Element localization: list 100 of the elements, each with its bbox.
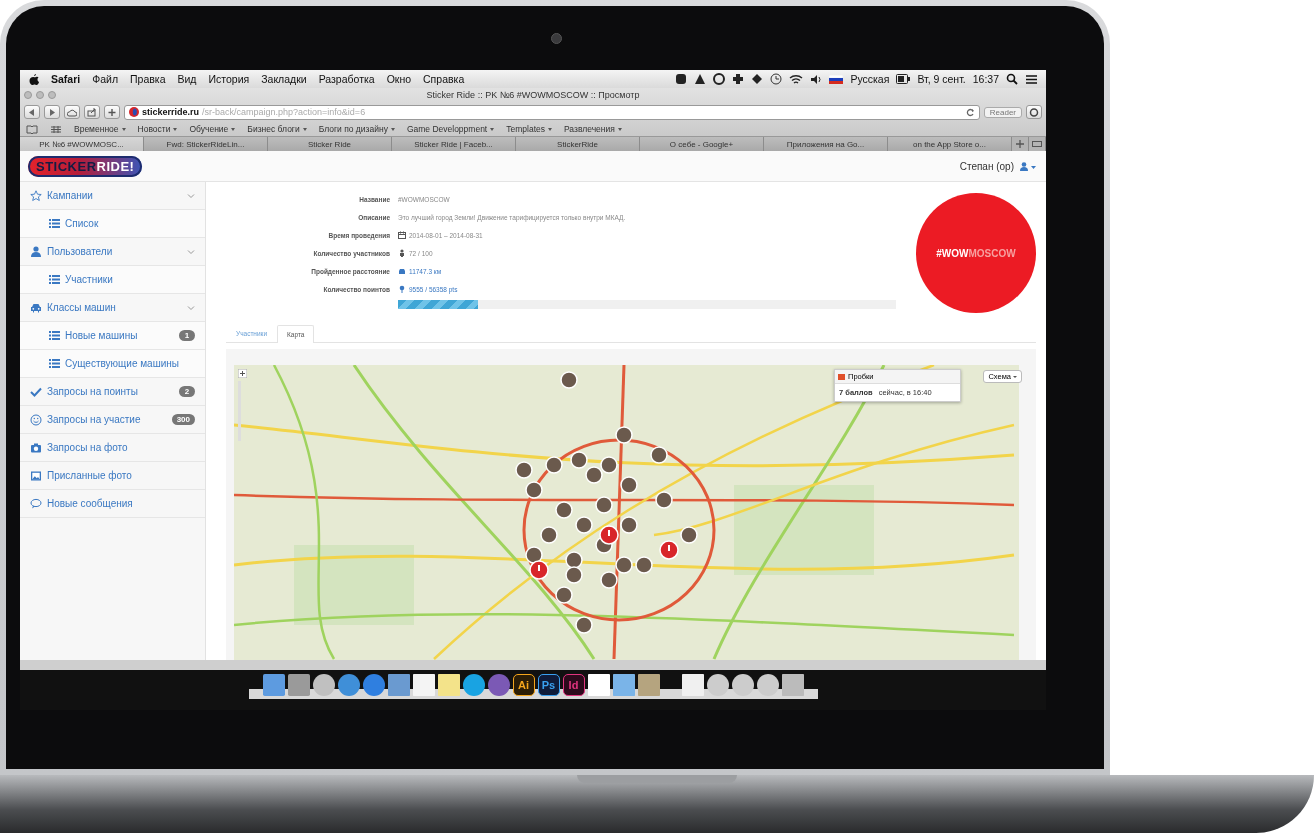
browser-tab[interactable]: Fwd: StickerRideLin... — [144, 137, 268, 151]
sidebar-item[interactable]: Запросы на поинты 2 — [20, 378, 205, 406]
russian-flag-icon[interactable] — [829, 74, 844, 84]
browser-tab[interactable]: on the App Store o... — [888, 137, 1012, 151]
clock-icon[interactable] — [770, 73, 783, 85]
dock-app-icon[interactable] — [262, 674, 285, 696]
menu-date[interactable]: Вт, 9 сент. — [917, 73, 966, 85]
back-icon — [27, 107, 37, 117]
menu-item[interactable]: Разработка — [318, 73, 375, 85]
grid-icon[interactable] — [50, 124, 62, 134]
menu-clock[interactable]: 16:37 — [972, 73, 999, 85]
browser-tab[interactable]: О себе - Google+ — [640, 137, 764, 151]
bookmark-folder[interactable]: Бизнес блоги — [247, 124, 307, 134]
sidebar-item[interactable]: Присланные фото — [20, 462, 205, 490]
dock-app-icon[interactable] — [437, 674, 460, 696]
bookmark-folder[interactable]: Новости — [137, 124, 178, 134]
app-status-icon[interactable] — [675, 73, 688, 85]
dock-app-icon[interactable] — [462, 674, 485, 696]
forward-button[interactable] — [44, 105, 60, 119]
ring-icon[interactable] — [713, 73, 726, 85]
back-button[interactable] — [24, 105, 40, 119]
bookmark-folder[interactable]: Блоги по дизайну — [318, 124, 395, 134]
list-icon — [49, 359, 60, 368]
dock-app-icon[interactable] — [706, 674, 729, 696]
sidebar-subitem[interactable]: Список — [20, 210, 205, 238]
menu-item[interactable]: Справка — [423, 73, 465, 85]
search-icon[interactable] — [1006, 73, 1018, 85]
bookmark-folder[interactable]: Обучение — [189, 124, 236, 134]
dock-app-icon[interactable] — [756, 674, 779, 696]
count-badge: 1 — [179, 330, 195, 341]
browser-tab[interactable]: Sticker Ride — [268, 137, 392, 151]
dock-app-icon[interactable] — [487, 674, 510, 696]
plus-icon[interactable] — [1016, 140, 1024, 148]
bookmark-folder[interactable]: Развлечения — [564, 124, 622, 134]
dock-app-icon[interactable] — [412, 674, 435, 696]
input-source-label[interactable]: Русская — [850, 73, 890, 85]
user-menu-icon[interactable] — [1020, 161, 1036, 171]
browser-tab[interactable]: Sticker Ride | Faceb... — [392, 137, 516, 151]
caret-icon — [617, 127, 622, 131]
zoom-in-icon[interactable] — [238, 369, 247, 378]
star-icon — [30, 189, 42, 202]
dock-app-icon[interactable] — [681, 674, 704, 696]
wifi-icon[interactable] — [789, 73, 804, 85]
diamond-icon[interactable] — [751, 73, 764, 85]
dock-app-icon[interactable]: Ps — [537, 674, 560, 696]
person-icon — [398, 249, 406, 257]
browser-tab[interactable]: PK №6 #WOWMOSC... — [20, 137, 144, 151]
sidebar-subitem[interactable]: Участники — [20, 266, 205, 294]
dock-app-icon[interactable] — [587, 674, 610, 696]
menu-item[interactable]: Правка — [130, 73, 166, 85]
bookmark-folder[interactable]: Templates — [506, 124, 552, 134]
book-icon[interactable] — [26, 124, 38, 134]
sidebar-item[interactable]: Запросы на участие 300 — [20, 406, 205, 434]
list-icon[interactable] — [1025, 73, 1038, 85]
dock-app-icon[interactable] — [612, 674, 635, 696]
cloud-button[interactable] — [64, 105, 80, 119]
menu-item[interactable]: Закладки — [261, 73, 307, 85]
downloads-icon — [1029, 107, 1039, 117]
apple-logo-icon[interactable] — [28, 73, 39, 85]
map-drawing[interactable] — [234, 365, 1019, 660]
tab-overview-icon[interactable] — [1032, 141, 1042, 147]
sidebar-subitem[interactable]: Существующие машины — [20, 350, 205, 378]
app-menu[interactable]: Safari — [51, 73, 81, 85]
add-button[interactable] — [104, 105, 120, 119]
dock-app-icon[interactable]: Ai — [512, 674, 535, 696]
browser-tab[interactable]: StickerRide — [516, 137, 640, 151]
battery-icon[interactable] — [896, 74, 911, 84]
sidebar-subitem[interactable]: Новые машины 1 — [20, 322, 205, 350]
menu-item[interactable]: История — [208, 73, 250, 85]
menu-item[interactable]: Вид — [177, 73, 197, 85]
downloads-button[interactable] — [1026, 105, 1042, 119]
dock-app-icon[interactable] — [362, 674, 385, 696]
count-badge: 300 — [171, 414, 195, 425]
bookmark-folder[interactable]: Game Developpment — [406, 124, 495, 134]
menu-item[interactable]: Окно — [386, 73, 412, 85]
menu-item[interactable]: Файл — [92, 73, 118, 85]
caret-icon — [302, 127, 307, 131]
cross-icon[interactable] — [732, 73, 745, 85]
bookmark-folder[interactable]: Временное — [74, 124, 126, 134]
volume-icon[interactable] — [810, 73, 823, 85]
dock-app-icon[interactable] — [337, 674, 360, 696]
check-icon — [30, 385, 42, 398]
cloud-icon — [67, 107, 77, 117]
share-button[interactable] — [84, 105, 100, 119]
camera-dot — [550, 32, 562, 44]
address-field[interactable]: stickerride.ru /sr-back/campaign.php?action=info&id=6 — [124, 104, 980, 120]
dock-app-icon[interactable] — [731, 674, 754, 696]
triangle-icon[interactable] — [694, 73, 707, 85]
sidebar-item[interactable]: Новые сообщения — [20, 490, 205, 518]
reload-icon[interactable] — [965, 107, 975, 117]
dock-app-icon[interactable] — [781, 674, 804, 696]
brand-logo[interactable]: STICKERRIDE! — [28, 155, 143, 177]
dock-app-icon[interactable]: Id — [562, 674, 585, 696]
browser-tab[interactable]: Приложения на Go... — [764, 137, 888, 151]
dock-app-icon[interactable] — [637, 674, 660, 696]
user-name[interactable]: Степан (ор) — [959, 160, 1014, 172]
dock-app-icon[interactable] — [387, 674, 410, 696]
dock-app-icon[interactable] — [312, 674, 335, 696]
dock-app-icon[interactable] — [287, 674, 310, 696]
sidebar-item[interactable]: Запросы на фото — [20, 434, 205, 462]
